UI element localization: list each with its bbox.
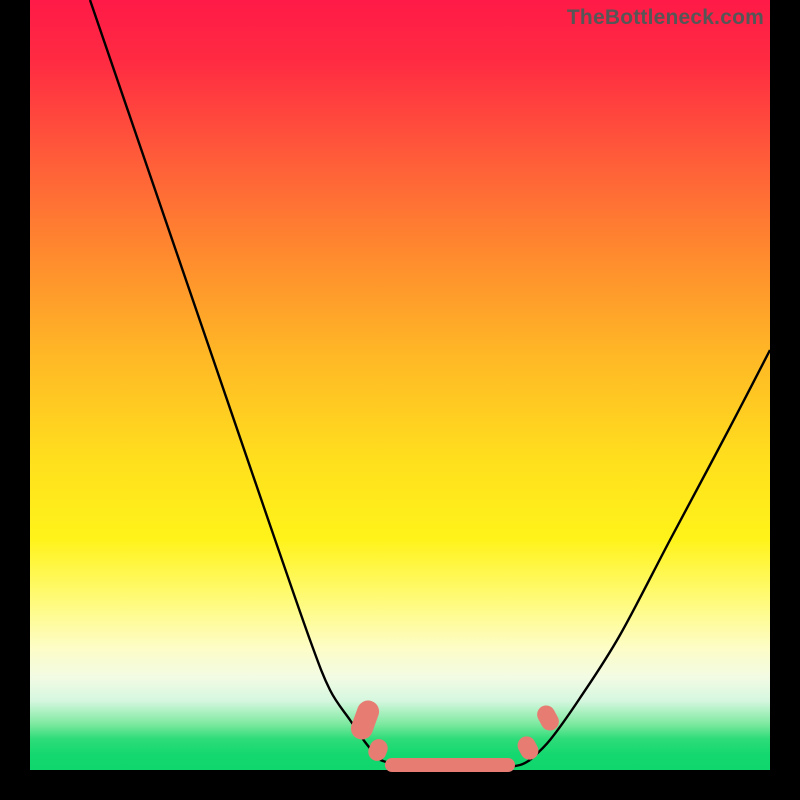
bump-floor (385, 758, 515, 772)
curve-left (90, 0, 380, 760)
chart-svg (30, 0, 770, 770)
curve-right (530, 350, 770, 760)
